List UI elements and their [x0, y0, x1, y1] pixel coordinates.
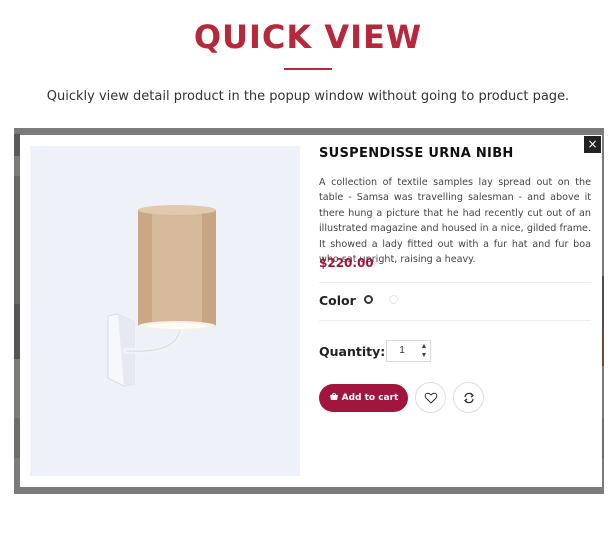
- product-description: A collection of textile samples lay spre…: [319, 177, 591, 266]
- wall-lamp-icon: [107, 205, 216, 387]
- color-label: Color: [319, 293, 356, 308]
- divider: [319, 320, 591, 321]
- compare-icon: [464, 392, 474, 404]
- color-swatch-dark[interactable]: [364, 295, 373, 304]
- quantity-stepper[interactable]: 1 ▲ ▼: [386, 340, 431, 362]
- add-to-cart-label: Add to cart: [341, 393, 399, 403]
- section-title: QUICK VIEW: [193, 18, 423, 56]
- cart-icon: [329, 393, 338, 400]
- product-name: SUSPENDISSE URNA NIBH: [319, 146, 514, 161]
- compare-button[interactable]: [453, 382, 484, 413]
- title-underline: [284, 68, 332, 70]
- color-swatch-white[interactable]: [389, 295, 398, 304]
- heart-icon: [424, 392, 438, 404]
- product-price: $220.00: [319, 256, 374, 270]
- quantity-label: Quantity:: [319, 344, 386, 359]
- add-to-cart-button[interactable]: Add to cart: [319, 384, 408, 412]
- product-image: [30, 146, 300, 476]
- divider: [319, 282, 591, 283]
- quantity-input[interactable]: 1: [387, 345, 417, 356]
- wishlist-button[interactable]: [415, 382, 446, 413]
- decrease-quantity-icon[interactable]: ▼: [418, 351, 430, 361]
- close-button[interactable]: ×: [584, 136, 601, 153]
- section-subtitle: Quickly view detail product in the popup…: [46, 89, 570, 104]
